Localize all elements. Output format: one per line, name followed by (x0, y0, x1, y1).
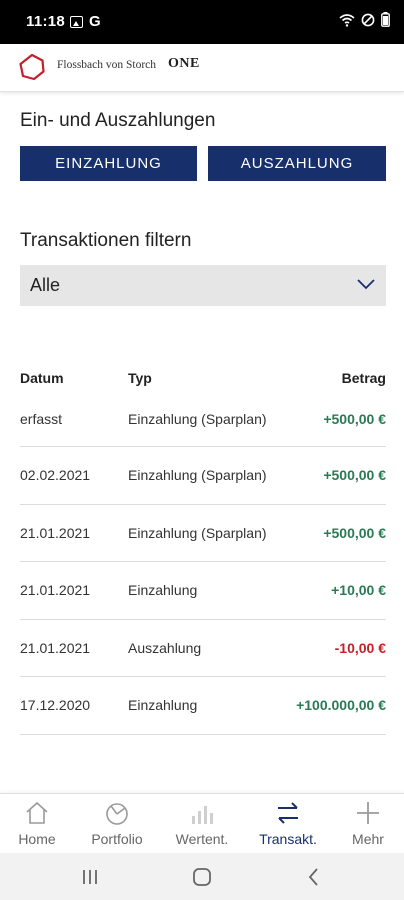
row-amount: +500,00 € (323, 524, 386, 541)
home-icon (26, 801, 48, 824)
nav-label-mehr: Mehr (352, 831, 384, 847)
wifi-icon (339, 13, 355, 27)
table-row[interactable]: 02.02.2021 Einzahlung (Sparplan) +500,00… (20, 447, 386, 505)
bar-chart-icon (192, 806, 213, 824)
row-date: 21.01.2021 (20, 582, 91, 598)
row-date: 21.01.2021 (20, 639, 91, 656)
battery-icon (381, 12, 390, 27)
table-header: Datum Typ Betrag (20, 356, 386, 400)
row-type: Auszahlung (128, 639, 202, 656)
payments-title: Ein- und Auszahlungen (20, 110, 216, 131)
row-amount: -10,00 € (334, 639, 386, 656)
table-row[interactable]: 17.12.2020 Einzahlung +100.000,00 € (20, 677, 386, 735)
nav-label-portfolio: Portfolio (91, 831, 143, 847)
header-date: Datum (20, 370, 64, 386)
nav-item-wertentwicklung[interactable]: Wertent. (162, 794, 242, 854)
transactions-table: Datum Typ Betrag erfasst Einzahlung (Spa… (20, 356, 386, 735)
row-amount: +500,00 € (323, 411, 386, 427)
system-nav-bar (0, 853, 404, 900)
plus-icon (357, 802, 379, 824)
product-name: ONE (168, 56, 200, 71)
table-row[interactable]: 21.01.2021 Einzahlung (Sparplan) +500,00… (20, 505, 386, 562)
transaction-filter-select[interactable]: Alle (20, 265, 386, 306)
row-date: erfasst (20, 411, 63, 427)
nav-item-portfolio[interactable]: Portfolio (77, 794, 157, 854)
row-type: Einzahlung (Sparplan) (128, 411, 267, 427)
nav-item-mehr[interactable]: Mehr (328, 794, 404, 854)
google-icon: G (89, 13, 101, 30)
table-row[interactable]: 21.01.2021 Einzahlung +10,00 € (20, 562, 386, 620)
header-amount: Betrag (341, 370, 386, 386)
dnd-icon (361, 13, 375, 26)
row-type: Einzahlung (Sparplan) (128, 524, 267, 541)
table-row[interactable]: 21.01.2021 Auszahlung -10,00 € (20, 620, 386, 677)
bottom-nav: Home Portfolio Wertent. Transakt. Mehr (0, 793, 404, 853)
row-type: Einzahlung (Sparplan) (128, 467, 267, 483)
home-button-icon[interactable] (190, 865, 214, 889)
transfer-arrows-icon (278, 802, 298, 824)
filter-title: Transaktionen filtern (20, 230, 192, 251)
recent-apps-icon[interactable] (78, 865, 102, 889)
row-date: 21.01.2021 (20, 524, 91, 541)
row-amount: +500,00 € (323, 467, 386, 483)
filter-selected-value: Alle (30, 275, 61, 295)
nav-label-wertentwicklung: Wertent. (175, 831, 229, 847)
back-icon[interactable] (302, 865, 326, 889)
header-type: Typ (128, 370, 152, 386)
image-icon (70, 15, 83, 28)
table-row[interactable]: erfasst Einzahlung (Sparplan) +500,00 € (20, 400, 386, 447)
deposit-button[interactable]: EINZAHLUNG (20, 146, 197, 181)
status-time: 11:18 (26, 13, 66, 30)
row-amount: +100.000,00 € (296, 697, 386, 713)
nav-item-transaktionen[interactable]: Transakt. (248, 794, 328, 854)
row-date: 17.12.2020 (20, 697, 91, 713)
row-amount: +10,00 € (331, 582, 386, 598)
status-bar: 11:18 G (0, 0, 404, 44)
nav-label-home: Home (18, 831, 56, 847)
row-type: Einzahlung (128, 582, 198, 598)
brand-logo-icon[interactable] (18, 53, 46, 81)
withdraw-button[interactable]: AUSZAHLUNG (208, 146, 386, 181)
chevron-down-icon (357, 279, 375, 290)
app-header: Flossbach von Storch ONE (0, 44, 404, 92)
row-date: 02.02.2021 (20, 467, 91, 483)
brand-name: Flossbach von Storch (57, 59, 157, 71)
nav-item-home[interactable]: Home (0, 794, 77, 854)
row-type: Einzahlung (128, 697, 198, 713)
pie-chart-icon (106, 803, 128, 825)
nav-label-transaktionen: Transakt. (259, 831, 317, 847)
